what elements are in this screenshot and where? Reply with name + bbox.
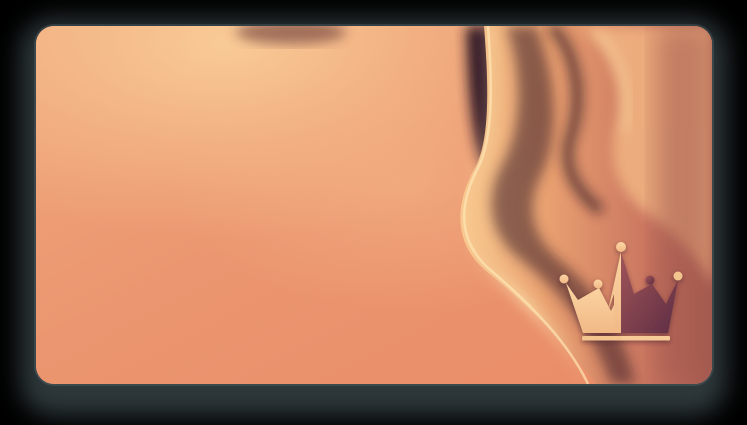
screen: [0, 0, 747, 425]
gradient-card: [36, 26, 712, 384]
abstract-wave-artwork: [36, 26, 712, 384]
